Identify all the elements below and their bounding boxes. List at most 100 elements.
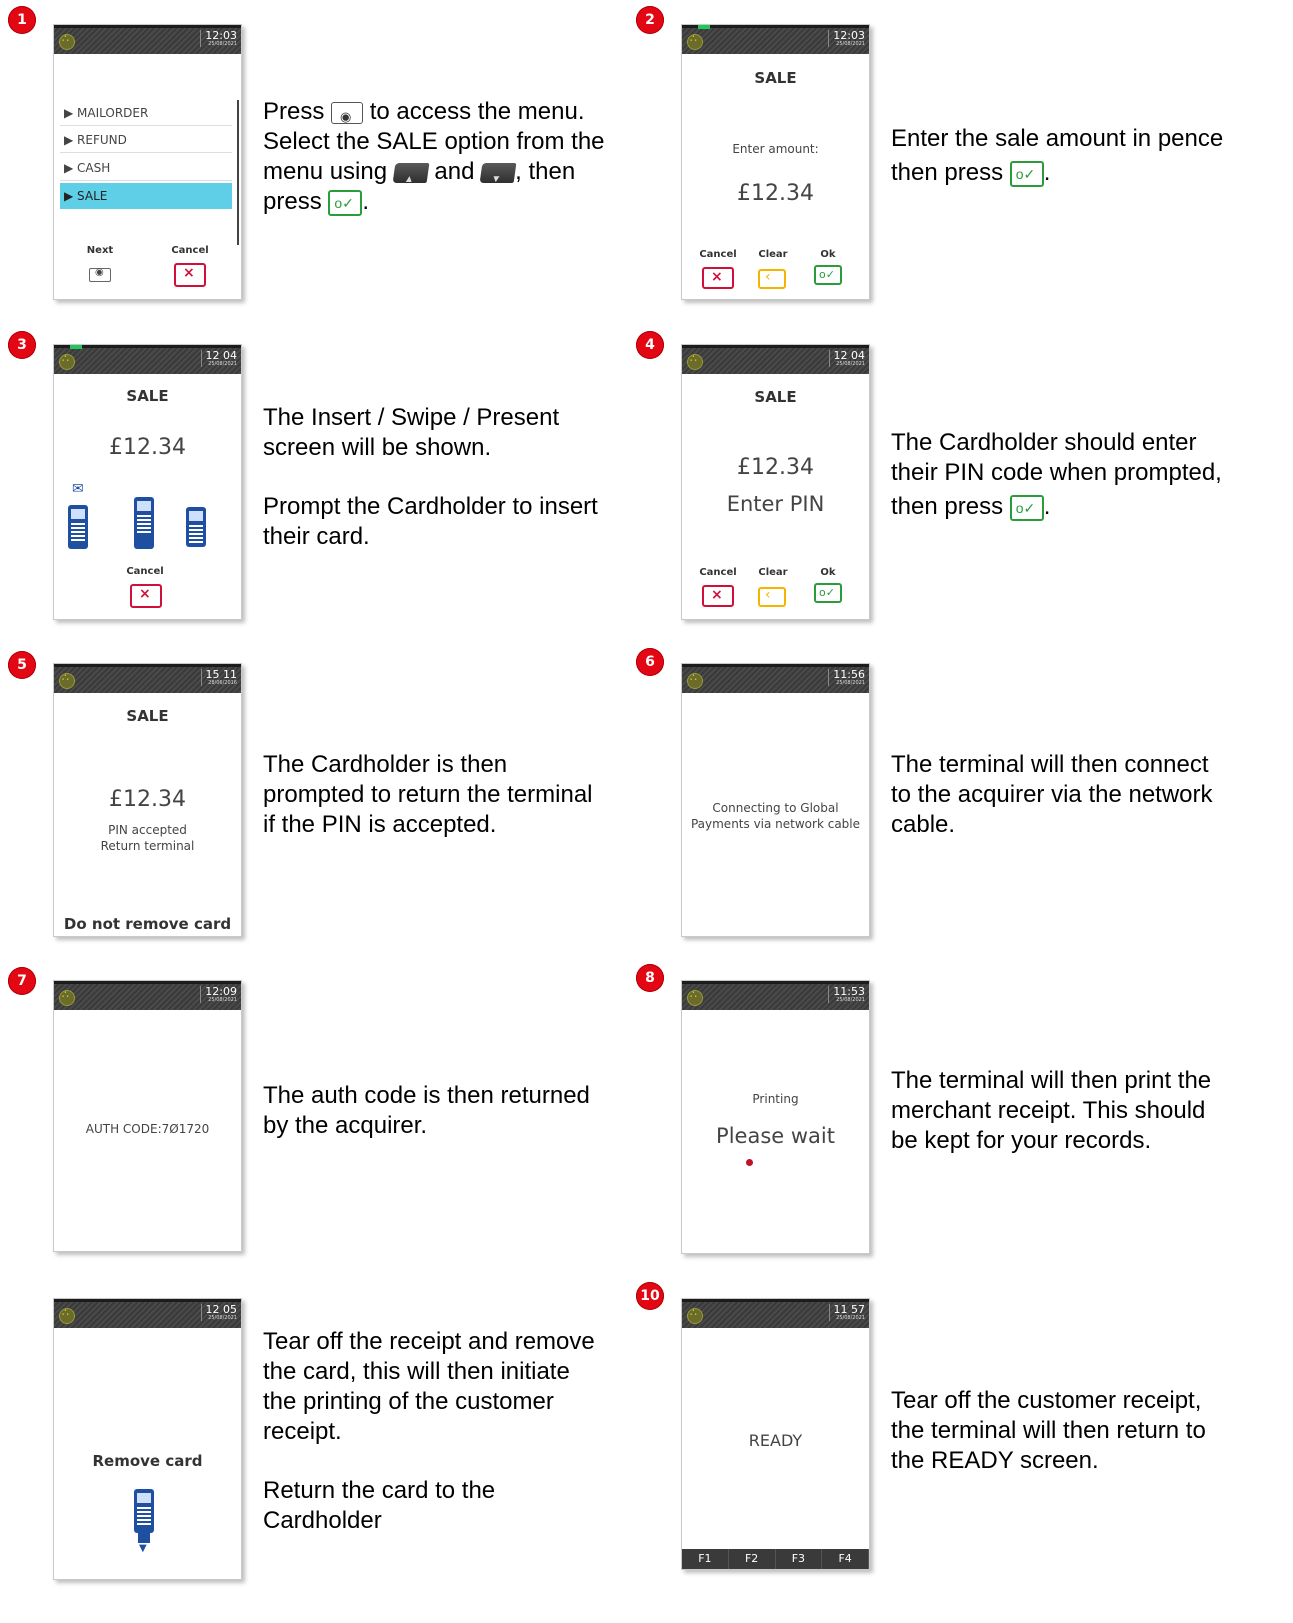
pin-accepted-text: PIN accepted [108,823,187,837]
amount-value: £12.34 [109,787,186,812]
logo-icon [59,352,75,370]
terminal-screen-10: 11 5725/08/2021 READY F1 F2 F3 F4 [681,1298,870,1570]
ok-label: Ok [820,249,836,260]
step-5-text: The Cardholder is then prompted to retur… [263,751,593,838]
terminal-screen-9: 12 0525/08/2021 Remove card ▼ [53,1298,242,1580]
clock: 12:03 25/08/2021 [200,30,237,47]
terminal-screen-6: 11:5625/08/2021 Connecting to Global Pay… [681,663,870,937]
logo-icon [687,32,703,50]
tap-terminal-icon [68,505,88,549]
clock: 12 04 25/08/2021 [200,350,237,367]
next-key-icon[interactable] [89,267,111,282]
ok-label: Ok [820,567,836,578]
step-2-text: Enter the sale amount in pence then pres… [891,124,1281,188]
step-badge-10: 10 [636,1282,664,1310]
clear-key-icon[interactable] [758,587,786,607]
step-6-text: The terminal will then connect to the ac… [891,751,1213,838]
cancel-key-icon[interactable] [702,585,734,607]
logo-icon [687,1306,703,1324]
clear-key-icon[interactable] [758,269,786,289]
status-bar: 12:0325/08/2021 [54,25,241,54]
down-key-icon [479,162,517,183]
logo-icon [59,32,75,50]
step-8-text: The terminal will then print the merchan… [891,1067,1212,1154]
cancel-key-icon[interactable] [174,263,206,287]
ok-key-icon[interactable] [814,583,842,603]
step-7-text: The auth code is then returned by the ac… [263,1082,590,1139]
logo-icon [59,671,75,689]
logo-icon [59,1306,75,1324]
amount-value: £12.34 [737,455,814,480]
amount-value: £12.34 [109,435,186,460]
ok-key-icon[interactable] [814,265,842,285]
cancel-key-icon[interactable] [130,584,162,608]
signal-indicator [70,345,82,349]
status-bar: 12:0325/08/2021 [682,25,869,54]
status-bar: 11:5625/08/2021 [682,664,869,693]
menu-item-refund[interactable]: ▶ REFUND [60,127,232,153]
screen-title: SALE [754,388,797,406]
clock: 12 04 25/08/2021 [828,350,865,367]
status-bar: 12 0425/08/2021 [54,345,241,374]
menu-item-cash[interactable]: ▶ CASH [60,155,232,181]
status-bar: 12:0925/08/2021 [54,981,241,1010]
printing-text: Printing [752,1092,799,1106]
screen-title: SALE [126,387,169,405]
terminal-screen-1: 12:0325/08/2021 ▶ MAILORDER ▶ REFUND ▶ C… [53,24,242,300]
terminal-screen-2: 12:0325/08/2021 SALE Enter amount: £12.3… [681,24,870,300]
step-badge-4: 4 [636,331,664,359]
step-badge-2: 2 [636,6,664,34]
function-keys-bar: F1 F2 F3 F4 [682,1549,869,1569]
f4-key[interactable]: F4 [822,1549,869,1569]
please-wait-text: Please wait [716,1124,835,1148]
clock: 12:03 25/08/2021 [828,30,865,47]
amount-prompt: Enter amount: [732,142,819,156]
return-terminal-text: Return terminal [100,839,195,853]
f3-key[interactable]: F3 [776,1549,823,1569]
terminal-screen-7: 12:0925/08/2021 AUTH CODE:7Ø1720 [53,980,242,1252]
amount-value: £12.34 [737,181,814,206]
step-badge-1: 1 [8,6,36,34]
step-badge-5: 5 [8,651,36,679]
step-1-text: Press to access the menu. Select the SAL… [263,97,643,217]
remove-card-terminal-icon [134,1489,154,1533]
step-9-text: Tear off the receipt and remove the card… [263,1328,595,1534]
signal-indicator [698,25,710,29]
terminal-screen-5: 15 1128/06/2016 SALE £12.34 PIN accepted… [53,663,242,937]
step-4-text: The Cardholder should enter their PIN co… [891,428,1281,522]
step-badge-8: 8 [636,964,664,992]
ok-key-icon [1009,160,1044,187]
terminal-screen-3: 12 0425/08/2021 SALE £12.34 ✉ Cancel [53,344,242,620]
menu-key-icon [331,101,364,132]
logo-icon [687,671,703,689]
clock: 15 11 28/06/2016 [200,669,237,686]
status-bar: 12 0525/08/2021 [54,1299,241,1328]
screen-title: SALE [126,707,169,725]
swipe-terminal-icon [186,507,206,547]
status-bar: 11:5325/08/2021 [682,981,869,1010]
cancel-key-icon[interactable] [702,267,734,289]
clear-label: Clear [758,249,788,260]
cancel-label: Cancel [126,566,164,577]
menu-item-mailorder[interactable]: ▶ MAILORDER [60,100,232,126]
scrollbar[interactable] [237,100,239,245]
step-badge-3: 3 [8,331,36,359]
connecting-text-1: Connecting to Global [712,801,839,815]
logo-icon [687,988,703,1006]
pin-prompt: Enter PIN [726,492,825,516]
ready-text: READY [748,1431,803,1450]
menu-item-sale[interactable]: ▶ SALE [60,183,232,209]
next-label: Next [86,245,114,256]
ok-key-icon [1009,494,1044,521]
step-3-text: The Insert / Swipe / Present screen will… [263,404,598,550]
clock: 12 05 25/08/2021 [200,1304,237,1321]
clock: 12:09 25/08/2021 [200,986,237,1003]
progress-dot [746,1159,753,1166]
step-badge-6: 6 [636,648,664,676]
terminal-screen-8: 11:5325/08/2021 Printing Please wait [681,980,870,1254]
step-badge-7: 7 [8,967,36,995]
f2-key[interactable]: F2 [729,1549,776,1569]
clock: 11:56 25/08/2021 [828,669,865,686]
f1-key[interactable]: F1 [682,1549,729,1569]
cancel-label: Cancel [699,567,737,578]
